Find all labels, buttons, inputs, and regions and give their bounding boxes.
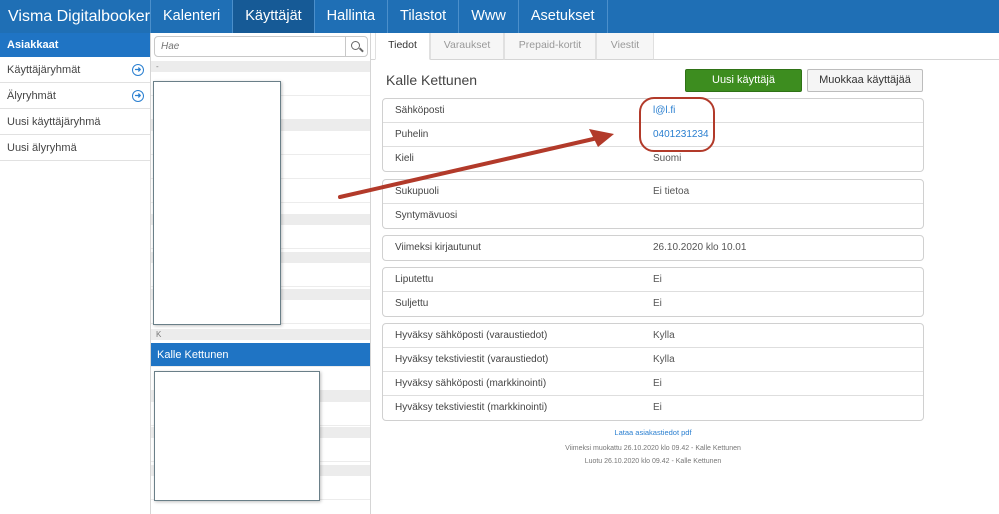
detail-label: Syntymävuosi	[395, 210, 458, 221]
email-link[interactable]: l@l.fi	[653, 99, 675, 123]
tab-varaukset[interactable]: Varaukset	[430, 33, 504, 60]
detail-label: Liputettu	[395, 274, 434, 285]
detail-label: Hyväksy sähköposti (markkinointi)	[395, 378, 547, 389]
detail-value: 26.10.2020 klo 10.01	[653, 242, 747, 253]
sidebar-item-alyryhmat[interactable]: Älyryhmät ➜	[0, 83, 150, 109]
user-name-title: Kalle Kettunen	[386, 72, 478, 88]
detail-label: Sähköposti	[395, 105, 445, 116]
detail-value: Ei	[653, 274, 662, 285]
sidebar: Asiakkaat Käyttäjäryhmät ➜ Älyryhmät ➜ U…	[0, 33, 151, 514]
arrow-circle-right-icon[interactable]: ➜	[132, 90, 144, 102]
detail-value: Kylla	[653, 354, 675, 365]
detail-row-consent: Hyväksy tekstiviestit (varaustiedot) Kyl…	[383, 348, 923, 372]
sidebar-item-uusi-kayttajaryhma[interactable]: Uusi käyttäjäryhmä	[0, 109, 150, 135]
detail-row-email: Sähköposti l@l.fi	[383, 99, 923, 123]
detail-label: Suljettu	[395, 298, 429, 309]
modified-info: Viimeksi muokattu 26.10.2020 klo 09.42 -…	[565, 445, 741, 452]
new-user-button[interactable]: Uusi käyttäjä	[685, 69, 802, 92]
detail-row-birth-year: Syntymävuosi	[383, 204, 923, 228]
detail-row-consent: Hyväksy sähköposti (markkinointi) Ei	[383, 372, 923, 396]
detail-row-last-login: Viimeksi kirjautunut 26.10.2020 klo 10.0…	[383, 236, 923, 260]
detail-label: Hyväksy tekstiviestit (varaustiedot)	[395, 354, 549, 365]
detail-value: Ei	[653, 402, 662, 413]
tab-viestit[interactable]: Viestit	[596, 33, 654, 60]
nav-kalenteri[interactable]: Kalenteri	[151, 0, 234, 33]
detail-value: Ei tietoa	[653, 186, 690, 197]
detail-label: Hyväksy sähköposti (varaustiedot)	[395, 330, 548, 341]
tab-prepaid-kortit[interactable]: Prepaid-kortit	[504, 33, 596, 60]
detail-value: Kylla	[653, 330, 675, 341]
sidebar-item-label: Älyryhmät	[7, 90, 56, 102]
nav-asetukset[interactable]: Asetukset	[519, 0, 608, 33]
consent-details: Hyväksy sähköposti (varaustiedot) Kylla …	[382, 323, 924, 421]
detail-value: Ei	[653, 378, 662, 389]
edit-user-button[interactable]: Muokkaa käyttäjää	[807, 69, 923, 92]
nav-hallinta[interactable]: Hallinta	[315, 0, 389, 33]
detail-row-language: Kieli Suomi	[383, 147, 923, 171]
detail-label: Kieli	[395, 153, 414, 164]
personal-details: Sukupuoli Ei tietoa Syntymävuosi	[382, 179, 924, 229]
detail-row-flagged: Liputettu Ei	[383, 268, 923, 292]
detail-value: Suomi	[653, 153, 682, 164]
detail-tabs: Tiedot Varaukset Prepaid-kortit Viestit	[371, 33, 999, 60]
search-button[interactable]	[345, 37, 367, 56]
sidebar-item-label: Käyttäjäryhmät	[7, 64, 81, 76]
detail-row-consent: Hyväksy sähköposti (varaustiedot) Kylla	[383, 324, 923, 348]
list-group-header: -	[151, 61, 370, 72]
sidebar-item-asiakkaat[interactable]: Asiakkaat	[0, 33, 150, 57]
search-input[interactable]	[161, 39, 341, 54]
created-info: Luotu 26.10.2020 klo 09.42 - Kalle Kettu…	[584, 458, 722, 465]
list-group-header: K	[151, 329, 370, 340]
nav-tilastot[interactable]: Tilastot	[388, 0, 460, 33]
detail-label: Viimeksi kirjautunut	[395, 242, 481, 253]
arrow-circle-right-icon[interactable]: ➜	[132, 64, 144, 76]
detail-row-phone: Puhelin 0401231234	[383, 123, 923, 147]
customer-list: - K Kalle Kettunen	[151, 33, 371, 514]
detail-label: Puhelin	[395, 129, 429, 140]
detail-row-consent: Hyväksy tekstiviestit (markkinointi) Ei	[383, 396, 923, 420]
detail-row-closed: Suljettu Ei	[383, 292, 923, 316]
top-navigation-bar: Visma Digitalbooker Kalenteri Käyttäjät …	[0, 0, 999, 33]
app-title: Visma Digitalbooker	[0, 0, 151, 33]
status-details: Liputettu Ei Suljettu Ei	[382, 267, 924, 317]
phone-link[interactable]: 0401231234	[653, 123, 709, 147]
search-box	[154, 36, 368, 57]
sidebar-item-uusi-alyryhma[interactable]: Uusi älyryhmä	[0, 135, 150, 161]
detail-row-gender: Sukupuoli Ei tietoa	[383, 180, 923, 204]
redaction-box	[154, 371, 320, 501]
download-pdf-link[interactable]: Lataa asiakastiedot pdf	[382, 428, 924, 437]
sidebar-item-kayttajaryhmat[interactable]: Käyttäjäryhmät ➜	[0, 57, 150, 83]
nav-www[interactable]: Www	[459, 0, 519, 33]
detail-value: Ei	[653, 298, 662, 309]
list-item-selected[interactable]: Kalle Kettunen	[151, 343, 370, 367]
login-details: Viimeksi kirjautunut 26.10.2020 klo 10.0…	[382, 235, 924, 261]
detail-label: Sukupuoli	[395, 186, 439, 197]
nav-kayttajat[interactable]: Käyttäjät	[233, 0, 315, 33]
contact-details: Sähköposti l@l.fi Puhelin 0401231234 Kie…	[382, 98, 924, 172]
redaction-box	[153, 81, 281, 325]
detail-label: Hyväksy tekstiviestit (markkinointi)	[395, 402, 548, 413]
tab-tiedot[interactable]: Tiedot	[375, 33, 430, 60]
